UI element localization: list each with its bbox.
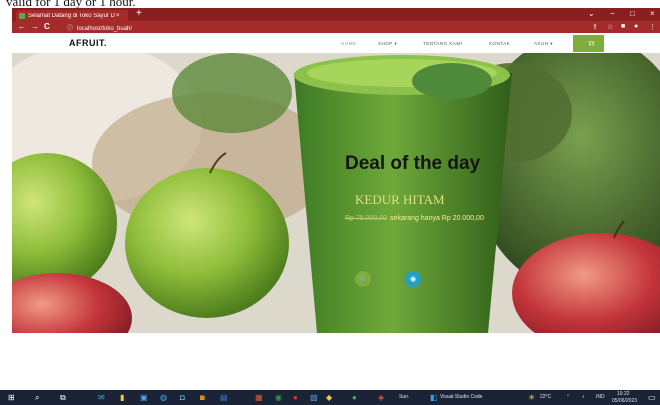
site-info-icon[interactable]: ⓘ bbox=[67, 26, 73, 32]
browser-tab[interactable]: Selamat Datang di Toko Sayur D × bbox=[16, 10, 128, 21]
tab-title: Selamat Datang di Toko Sayur D bbox=[28, 12, 115, 19]
back-button[interactable]: ← bbox=[18, 22, 26, 31]
deal-title: Deal of the day bbox=[345, 153, 481, 174]
search-icon[interactable]: ⌕ bbox=[35, 393, 39, 403]
nav-account[interactable]: AKUN ▾ bbox=[534, 41, 553, 47]
weather-icon: ☀ bbox=[528, 393, 536, 402]
extension-icon[interactable]: ■ bbox=[621, 23, 625, 30]
chrome-icon[interactable]: ● bbox=[293, 393, 298, 402]
cart-button[interactable]: 🛒[0] bbox=[573, 35, 604, 52]
price-line: Rp 75.000,00 sekarang hanya Rp 20.000,00 bbox=[345, 215, 484, 222]
task-view-icon[interactable]: ⧉ bbox=[60, 393, 66, 403]
new-tab-button[interactable]: + bbox=[136, 8, 142, 19]
vscode-icon[interactable]: ◧ bbox=[430, 393, 438, 402]
bookmark-star-icon[interactable]: ☆ bbox=[607, 23, 613, 31]
address-bar: ← → C ⓘ localhost/toko_buah/ ⇪ ☆ ■ ● ⋮ bbox=[12, 21, 660, 33]
app-icon-1[interactable]: ◘ bbox=[180, 393, 185, 402]
close-window-button[interactable]: × bbox=[650, 9, 655, 18]
forward-button[interactable]: → bbox=[31, 22, 39, 31]
store-icon[interactable]: ▣ bbox=[140, 393, 148, 402]
clock-time[interactable]: 19.22 bbox=[617, 391, 630, 397]
taskbar-app-vscode[interactable]: Visual Studio Code bbox=[440, 394, 482, 400]
language-indicator[interactable]: IND bbox=[596, 394, 605, 400]
mail-icon[interactable]: ✉ bbox=[98, 393, 105, 402]
nav-contact[interactable]: KONTAK bbox=[489, 41, 510, 46]
view-product-button[interactable]: ◉ bbox=[405, 271, 421, 287]
site-navbar: AFRUIT. HOME SHOP ▾ TENTANG KAMI KONTAK … bbox=[12, 33, 660, 53]
favicon-icon bbox=[19, 12, 25, 19]
product-name: KEDUR HITAM bbox=[355, 192, 445, 207]
share-icon[interactable]: ⇪ bbox=[592, 23, 598, 31]
tray-up-icon[interactable]: ⌃ bbox=[566, 394, 570, 400]
start-icon[interactable]: ⊞ bbox=[8, 393, 15, 402]
url-text: localhost/toko_buah/ bbox=[77, 26, 133, 32]
clock-date[interactable]: 05/06/2023 bbox=[612, 398, 637, 404]
new-price: sekarang hanya Rp 20.000,00 bbox=[390, 215, 484, 222]
folder-icon[interactable]: ▮ bbox=[120, 393, 124, 402]
tab-bar: Selamat Datang di Toko Sayur D × + ⌄ − □… bbox=[12, 8, 660, 21]
volume-icon[interactable]: ♪ bbox=[582, 394, 585, 400]
browser-window: Selamat Datang di Toko Sayur D × + ⌄ − □… bbox=[12, 8, 660, 333]
app-icon-8[interactable]: ● bbox=[352, 393, 357, 402]
profile-icon[interactable]: ● bbox=[634, 23, 638, 30]
add-to-cart-button[interactable]: 🛒 bbox=[355, 271, 371, 287]
minimize-button[interactable]: − bbox=[610, 9, 615, 18]
site-logo[interactable]: AFRUIT. bbox=[69, 38, 107, 48]
tab-close-icon[interactable]: × bbox=[116, 13, 120, 19]
app-icon-5[interactable]: ◉ bbox=[275, 393, 282, 402]
app-icon-4[interactable]: ▦ bbox=[255, 393, 263, 402]
tab-search-icon[interactable]: ⌄ bbox=[588, 9, 595, 18]
url-field[interactable]: ⓘ localhost/toko_buah/ bbox=[67, 23, 132, 32]
hero-banner: Deal of the day KEDUR HITAM Rp 75.000,00… bbox=[12, 53, 660, 333]
edge-icon[interactable]: ◍ bbox=[160, 393, 167, 402]
app-icon-7[interactable]: ◆ bbox=[326, 393, 332, 402]
browser-menu-icon[interactable]: ⋮ bbox=[649, 23, 656, 31]
windows-taskbar: ⊞ ⌕ ⧉ ✉ ▮ ▣ ◍ ◘ ◙ ▤ ▦ ◉ ● ▧ ◆ ● ◈ Sun. ◧… bbox=[0, 390, 660, 405]
app-icon-9[interactable]: ◈ bbox=[378, 393, 384, 402]
nav-shop[interactable]: SHOP ▾ bbox=[378, 41, 397, 47]
nav-home[interactable]: HOME bbox=[341, 41, 357, 46]
old-price: Rp 75.000,00 bbox=[345, 215, 388, 222]
reload-button[interactable]: C bbox=[44, 22, 50, 31]
app-icon-2[interactable]: ◙ bbox=[200, 393, 205, 402]
nav-about[interactable]: TENTANG KAMI bbox=[423, 41, 462, 46]
weather-text[interactable]: 22°C bbox=[540, 394, 551, 400]
eye-icon: ◉ bbox=[409, 276, 417, 283]
maximize-button[interactable]: □ bbox=[630, 9, 635, 18]
app-icon-3[interactable]: ▤ bbox=[220, 393, 228, 402]
app-icon-6[interactable]: ▧ bbox=[310, 393, 318, 402]
notification-icon[interactable]: ▭ bbox=[648, 393, 656, 402]
taskbar-app-unnamed[interactable]: Sun. bbox=[399, 394, 409, 400]
hero-background-image bbox=[12, 53, 660, 333]
cart-icon: 🛒 bbox=[358, 276, 368, 283]
